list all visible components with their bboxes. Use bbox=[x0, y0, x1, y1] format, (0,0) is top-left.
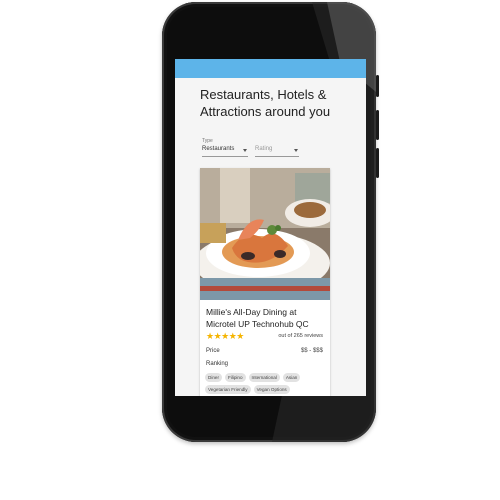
listing-card[interactable]: Millie's All-Day Dining at Microtel UP T… bbox=[200, 168, 330, 396]
star-rating: ★★★★★ bbox=[206, 331, 244, 341]
tag-chip[interactable]: Diner bbox=[205, 373, 222, 382]
food-photo bbox=[200, 168, 330, 300]
type-select-value: Restaurants bbox=[202, 146, 235, 152]
dropdown-arrow-icon bbox=[294, 149, 298, 152]
type-filter-label: Type bbox=[202, 138, 213, 144]
page-title: Restaurants, Hotels & Attractions around… bbox=[200, 87, 331, 119]
main-content[interactable]: Restaurants, Hotels & Attractions around… bbox=[175, 78, 366, 396]
volume-button bbox=[376, 110, 379, 140]
tag-chip[interactable]: Filipino bbox=[224, 373, 246, 382]
tag-chip[interactable]: International bbox=[248, 373, 280, 382]
side-button bbox=[376, 148, 379, 178]
review-count: out of 265 reviews bbox=[278, 333, 323, 339]
type-select[interactable]: Restaurants bbox=[202, 146, 248, 157]
tag-chip[interactable]: Vegetarian Friendly bbox=[205, 385, 251, 394]
rating-select[interactable]: Rating bbox=[255, 146, 299, 157]
tag-chip[interactable]: Vegan Options bbox=[253, 385, 290, 394]
listing-name[interactable]: Millie's All-Day Dining at Microtel UP T… bbox=[206, 306, 328, 330]
ranking-label: Ranking bbox=[206, 361, 229, 367]
phone-screen: Restaurants, Hotels & Attractions around… bbox=[175, 59, 366, 396]
cuisine-tags: Diner Filipino International Asian Veget… bbox=[205, 373, 329, 394]
app-top-bar bbox=[175, 59, 366, 78]
power-button bbox=[376, 75, 379, 97]
price-value: $$ - $$$ bbox=[300, 348, 323, 354]
rating-select-placeholder: Rating bbox=[255, 146, 273, 152]
tag-chip[interactable]: Asian bbox=[282, 373, 301, 382]
dropdown-arrow-icon bbox=[243, 149, 247, 152]
price-label: Price bbox=[206, 348, 220, 354]
